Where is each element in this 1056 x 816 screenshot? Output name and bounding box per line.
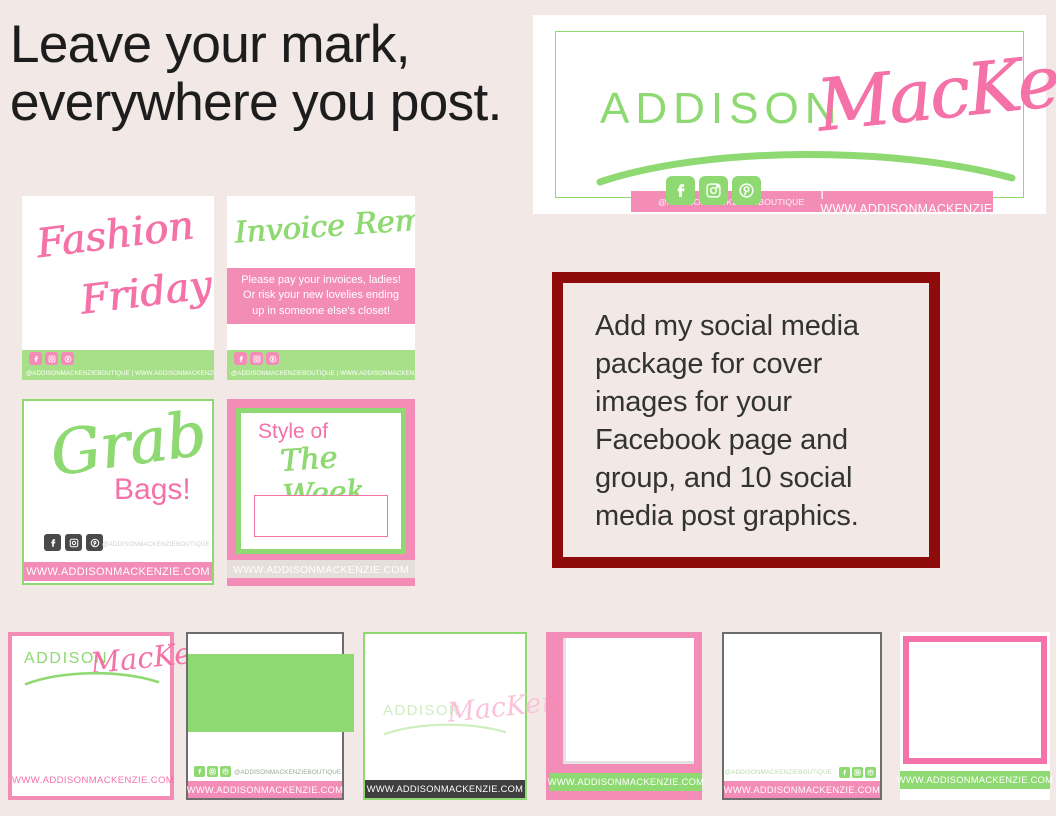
- grab-bags-line-2: Bags!: [114, 473, 191, 506]
- card-invoice-reminder[interactable]: Invoice Reminder! Please pay your invoic…: [227, 196, 415, 380]
- headline-line-2: everywhere you post.: [10, 73, 502, 132]
- pinterest-icon: [61, 352, 74, 365]
- thumbnail-url: WWW.ADDISONMACKENZIE.COM: [12, 775, 175, 786]
- invoice-reminder-message: Please pay your invoices, ladies! Or ris…: [227, 268, 415, 324]
- card-footer: @ADDISONMACKENZIEBOUTIQUE | WWW.ADDISONM…: [227, 350, 415, 380]
- invoice-reminder-title: Invoice Reminder!: [233, 196, 415, 251]
- invoice-body-line-1: Please pay your invoices, ladies!: [241, 273, 401, 286]
- headline-line-1: Leave your mark,: [10, 15, 411, 74]
- style-week-pink-strip: [227, 578, 415, 586]
- card-grab-bags[interactable]: Grab Bags! @ADDISONMACKENZIEBOUTIQUE WWW…: [22, 399, 214, 585]
- logo-inner-frame: ADDISON MacKenzie @ADDISONMACKENZIEBOUTI…: [555, 24, 1056, 216]
- facebook-icon: [194, 766, 205, 777]
- brand-handle: @ADDISONMACKENZIEBOUTIQUE: [724, 769, 832, 776]
- thumbnail-faded-logo-card[interactable]: ADDISON MacKenzie WWW.ADDISONMACKENZIE.C…: [363, 632, 599, 800]
- brand-website: I WWW.ADDISONMACKENZIE.COM: [820, 187, 1026, 216]
- brush-arc-icon: [24, 671, 160, 686]
- instagram-icon: [207, 766, 218, 777]
- instagram-icon: [45, 352, 58, 365]
- fashion-friday-line-2: Friday: [77, 262, 214, 324]
- social-icon-group: [29, 352, 74, 365]
- brush-arc-icon: [383, 723, 507, 736]
- style-week-url-band: WWW.ADDISONMACKENZIE.COM: [227, 560, 415, 579]
- thumbnail-url-bar: WWW.ADDISONMACKENZIE.COM: [186, 781, 344, 798]
- thumbnail-green-block-card[interactable]: @ADDISONMACKENZIEBOUTIQUE WWW.ADDISONMAC…: [186, 632, 354, 800]
- brand-handle: @ADDISONMACKENZIEBOUTIQUE: [102, 541, 210, 548]
- thumbnail-url: WWW.ADDISONMACKENZIE.COM: [723, 784, 881, 795]
- thumbnail-url: WWW.ADDISONMACKENZIE.COM: [547, 777, 705, 787]
- fashion-friday-line-1: Fashion: [33, 202, 197, 268]
- brand-website: WWW.ADDISONMACKENZIE.COM: [233, 563, 409, 576]
- invoice-body-line-2: Or risk your new lovelies ending: [243, 289, 399, 302]
- invoice-body-line-3: up in someone else's closet!: [252, 304, 390, 317]
- instagram-icon: [65, 534, 82, 551]
- social-icon-group: [839, 767, 876, 778]
- pinterest-icon: [865, 767, 876, 778]
- thumbnail-url-bar: WWW.ADDISONMACKENZIE.COM: [365, 780, 525, 798]
- thumbnail-logo-card[interactable]: ADDISON MacKenzie WWW.ADDISONMACKENZIE.C…: [8, 630, 253, 800]
- social-icon-group: [44, 534, 103, 551]
- thumbnail-pink-frame-card[interactable]: WWW.ADDISONMACKENZIE.COM: [546, 632, 705, 800]
- instagram-icon: [852, 767, 863, 778]
- callout-text: Add my social media package for cover im…: [595, 310, 859, 532]
- green-block: [188, 654, 354, 732]
- photo-placeholder: [254, 495, 388, 537]
- facebook-icon: [29, 352, 42, 365]
- brand-name-block: ADDISON: [600, 84, 843, 133]
- thumbnail-url: WWW.ADDISONMACKENZIE.COM: [366, 784, 524, 794]
- card-url-bar: WWW.ADDISONMACKENZIE.COM: [24, 562, 212, 581]
- social-icon-group: [666, 176, 761, 205]
- pinterest-icon[interactable]: [732, 176, 761, 205]
- callout-box: Add my social media package for cover im…: [552, 272, 940, 568]
- pinterest-icon: [86, 534, 103, 551]
- white-panel: Style of The Week: [241, 413, 401, 549]
- pink-frame: [903, 636, 1047, 764]
- social-icon-group: [194, 766, 231, 777]
- thumbnail-gray-border-card[interactable]: @ADDISONMACKENZIEBOUTIQUE WWW.ADDISONMAC…: [722, 632, 882, 800]
- instagram-icon[interactable]: [699, 176, 728, 205]
- instagram-icon: [250, 352, 263, 365]
- thumbnail-pink-border-card[interactable]: WWW.ADDISONMACKENZIE.COM: [896, 632, 1054, 800]
- thumbnail-url: WWW.ADDISONMACKENZIE.COM: [186, 784, 344, 795]
- thumbnail-url-bar: WWW.ADDISONMACKENZIE.COM: [724, 781, 880, 798]
- brand-name-script: MacKenzie: [812, 24, 1056, 148]
- facebook-icon: [234, 352, 247, 365]
- poster-canvas: Leave your mark, everywhere you post. AD…: [0, 0, 1056, 816]
- page-title: Leave your mark, everywhere you post.: [10, 15, 550, 132]
- social-icon-group: [234, 352, 279, 365]
- brand-handle: @ADDISONMACKENZIEBOUTIQUE: [234, 769, 342, 776]
- brush-arc-icon: [596, 150, 1016, 186]
- pinterest-icon: [266, 352, 279, 365]
- card-fashion-friday[interactable]: Fashion Friday @ADDISONMACKENZIEBOUTIQUE…: [22, 196, 214, 380]
- card-style-of-the-week[interactable]: Style of The Week: [227, 399, 415, 585]
- green-frame: Style of The Week: [236, 408, 406, 554]
- facebook-icon: [44, 534, 61, 551]
- pinterest-icon: [220, 766, 231, 777]
- style-week-line-1: Style of: [258, 420, 329, 443]
- facebook-icon: [839, 767, 850, 778]
- card-footer: @ADDISONMACKENZIEBOUTIQUE | WWW.ADDISONM…: [22, 350, 214, 380]
- white-panel: [563, 638, 694, 764]
- facebook-icon[interactable]: [666, 176, 695, 205]
- brand-website: WWW.ADDISONMACKENZIE.COM: [26, 565, 210, 578]
- card-footer-text: @ADDISONMACKENZIEBOUTIQUE | WWW.ADDISONM…: [231, 370, 415, 377]
- card-footer-text: @ADDISONMACKENZIEBOUTIQUE | WWW.ADDISONM…: [26, 370, 214, 377]
- thumbnail-url-bar: WWW.ADDISONMACKENZIE.COM: [896, 771, 1054, 789]
- logo-banner: ADDISON MacKenzie @ADDISONMACKENZIEBOUTI…: [533, 15, 1056, 216]
- thumbnail-url: WWW.ADDISONMACKENZIE.COM: [896, 775, 1054, 785]
- thumbnail-url-bar: WWW.ADDISONMACKENZIE.COM: [547, 773, 705, 791]
